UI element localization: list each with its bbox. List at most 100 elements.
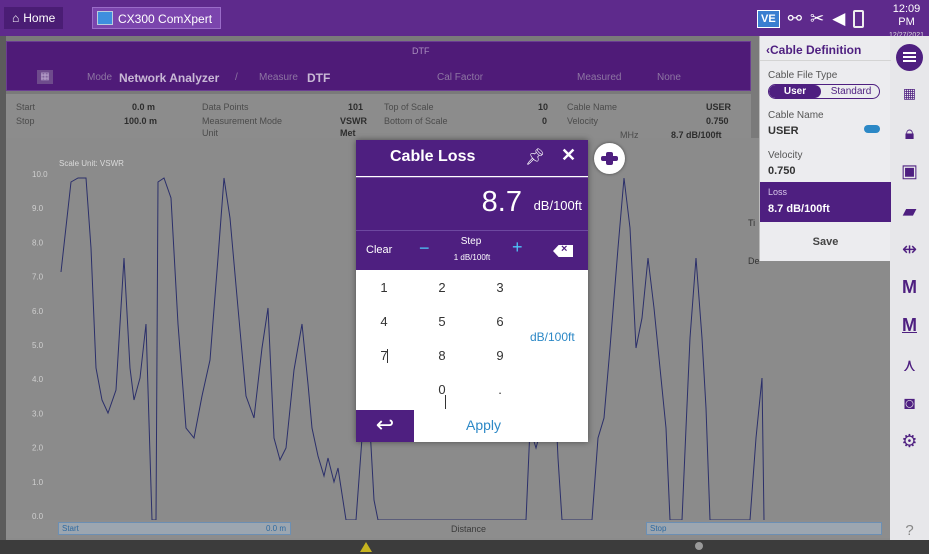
key-7[interactable]: 7: [364, 344, 404, 368]
measure-value[interactable]: DTF: [307, 66, 330, 92]
loss-field[interactable]: Loss 8.7 dB/100ft: [760, 182, 891, 222]
unit-key[interactable]: dB/100ft: [530, 330, 575, 344]
key-6[interactable]: 6: [480, 310, 520, 334]
key-decimal[interactable]: .: [480, 378, 520, 402]
cable-loss-dialog: Cable Loss 📌︎ ✕ 8. 7 dB/100ft Clear − Ste…: [356, 140, 588, 442]
volume-icon[interactable]: ◀: [832, 9, 845, 29]
instrument-screen: ⌂Home CX300 ComXpert VE ⚯ ✂ ◀ 12:09 PM 1…: [0, 0, 929, 554]
system-top-bar: ⌂Home CX300 ComXpert VE ⚯ ✂ ◀ 12:09 PM 1…: [0, 0, 929, 39]
key-5[interactable]: 5: [422, 310, 462, 334]
key-4[interactable]: 4: [364, 310, 404, 334]
y-tick-label: 6.0: [32, 307, 44, 316]
cable-name-toggle[interactable]: [864, 125, 880, 133]
cable-name-label: Cable Name: [567, 102, 618, 112]
hidden-readout-2: De: [748, 256, 760, 266]
key-3[interactable]: 3: [480, 276, 520, 300]
measured-label: Measured: [577, 72, 622, 83]
home-label: Home: [23, 11, 56, 25]
lock-icon[interactable]: 🔒︎: [890, 122, 929, 144]
clear-button[interactable]: Clear: [366, 244, 392, 256]
data-points-value: 101: [348, 102, 364, 112]
dialog-header: Cable Loss 📌︎ ✕: [356, 140, 588, 176]
clock-time: 12:09 PM: [892, 3, 921, 28]
save-button[interactable]: Save: [760, 233, 891, 251]
cable-definition-panel: ‹Cable Definition Cable File Type User S…: [759, 36, 891, 261]
velocity-field-label: Velocity: [768, 150, 803, 161]
y-tick-label: 8.0: [32, 238, 44, 247]
key-9[interactable]: 9: [480, 344, 520, 368]
key-2[interactable]: 2: [422, 276, 462, 300]
touch-caret: [387, 349, 388, 363]
cable-connector-icon[interactable]: [594, 143, 625, 174]
mode-value[interactable]: Network Analyzer: [119, 66, 219, 92]
bottom-status-bar: [0, 540, 929, 554]
velocity-value: 0.750: [706, 116, 729, 126]
settings-icon[interactable]: ⚙: [890, 430, 929, 452]
remote-connection-icon[interactable]: ⚯: [788, 9, 802, 29]
start-field[interactable]: Start 0.0 m: [58, 522, 291, 535]
pin-icon[interactable]: 📌︎: [525, 147, 545, 167]
marker-menu-icon[interactable]: M: [890, 314, 929, 336]
grid-menu-icon[interactable]: ▦: [37, 70, 53, 84]
back-arrow-icon[interactable]: ↩: [356, 410, 414, 442]
camera-icon[interactable]: ◙: [890, 392, 929, 414]
loss-field-label: Loss: [768, 187, 788, 197]
save-icon[interactable]: ▣: [890, 160, 929, 182]
open-folder-icon[interactable]: ▰: [890, 200, 929, 222]
app-logo-icon: [97, 11, 113, 25]
right-toolbar: ▦ 🔒︎ ▣ ▰ ⇹ M M ⋏ ◙ ⚙ ?: [890, 36, 929, 540]
measurement-mode-label: Measurement Mode: [202, 116, 283, 126]
key-0[interactable]: 0: [422, 378, 462, 402]
mode-separator: /: [235, 72, 238, 83]
step-label: Step: [460, 236, 482, 247]
peak-search-icon[interactable]: ⋏: [890, 354, 929, 376]
location-icon: [695, 542, 703, 550]
help-icon[interactable]: ?: [890, 520, 929, 542]
dialog-title: Cable Loss: [390, 148, 476, 165]
bottom-of-scale-value: 0: [542, 116, 548, 126]
stop-field[interactable]: Stop: [646, 522, 882, 535]
measurement-mode-value: VSWR: [340, 116, 367, 126]
y-tick-label: 4.0: [32, 375, 44, 384]
x-axis-bar: Start 0.0 m Distance Stop: [6, 520, 890, 538]
marker-icon[interactable]: M: [890, 276, 929, 298]
file-type-standard[interactable]: Standard: [823, 85, 879, 98]
stop-label: Stop: [16, 116, 35, 126]
file-type-user[interactable]: User: [769, 85, 821, 98]
home-icon: ⌂: [12, 11, 20, 25]
y-tick-label: 0.0: [32, 512, 44, 520]
backspace-icon[interactable]: ×: [553, 245, 573, 257]
key-1[interactable]: 1: [364, 276, 404, 300]
step-plus-button[interactable]: +: [512, 237, 523, 258]
main-menu-icon[interactable]: [896, 44, 923, 71]
key-8[interactable]: 8: [422, 344, 462, 368]
warning-icon[interactable]: [360, 542, 372, 552]
cable-name-field[interactable]: USER: [768, 125, 799, 137]
step-minus-button[interactable]: −: [419, 238, 430, 259]
tab-dtf[interactable]: DTF: [412, 46, 430, 56]
ve-badge-icon[interactable]: VE: [757, 10, 780, 28]
cable-name-value: USER: [706, 102, 732, 112]
key-sign[interactable]: [364, 378, 404, 402]
tools-icon[interactable]: ✂: [810, 9, 824, 29]
close-icon[interactable]: ✕: [561, 145, 576, 166]
cable-definition-back[interactable]: ‹Cable Definition: [760, 39, 891, 61]
start-field-label: Start: [62, 524, 79, 533]
unit-value: Met: [340, 128, 356, 138]
y-tick-label: 7.0: [32, 273, 44, 282]
app-tab-cx300[interactable]: CX300 ComXpert: [92, 7, 222, 29]
top-of-scale-value: 10: [538, 102, 549, 112]
velocity-field[interactable]: 0.750: [768, 165, 796, 177]
home-button[interactable]: ⌂ Home: [4, 7, 64, 29]
y-tick-label: 1.0: [32, 478, 44, 487]
trace-settings-icon[interactable]: ⇹: [890, 238, 929, 260]
y-tick-label: 2.0: [32, 444, 44, 453]
mode-label: Mode: [87, 72, 113, 83]
y-tick-label: 10.0: [32, 170, 48, 179]
apply-button[interactable]: Apply: [466, 417, 501, 433]
mode-row: ▦ Mode Network Analyzer / Measure DTF Ca…: [7, 66, 750, 90]
touch-caret-2: [445, 395, 446, 409]
cable-file-type-toggle[interactable]: User Standard: [768, 84, 880, 99]
cable-name-field-label: Cable Name: [768, 110, 824, 121]
layout-icon[interactable]: ▦: [890, 82, 929, 104]
